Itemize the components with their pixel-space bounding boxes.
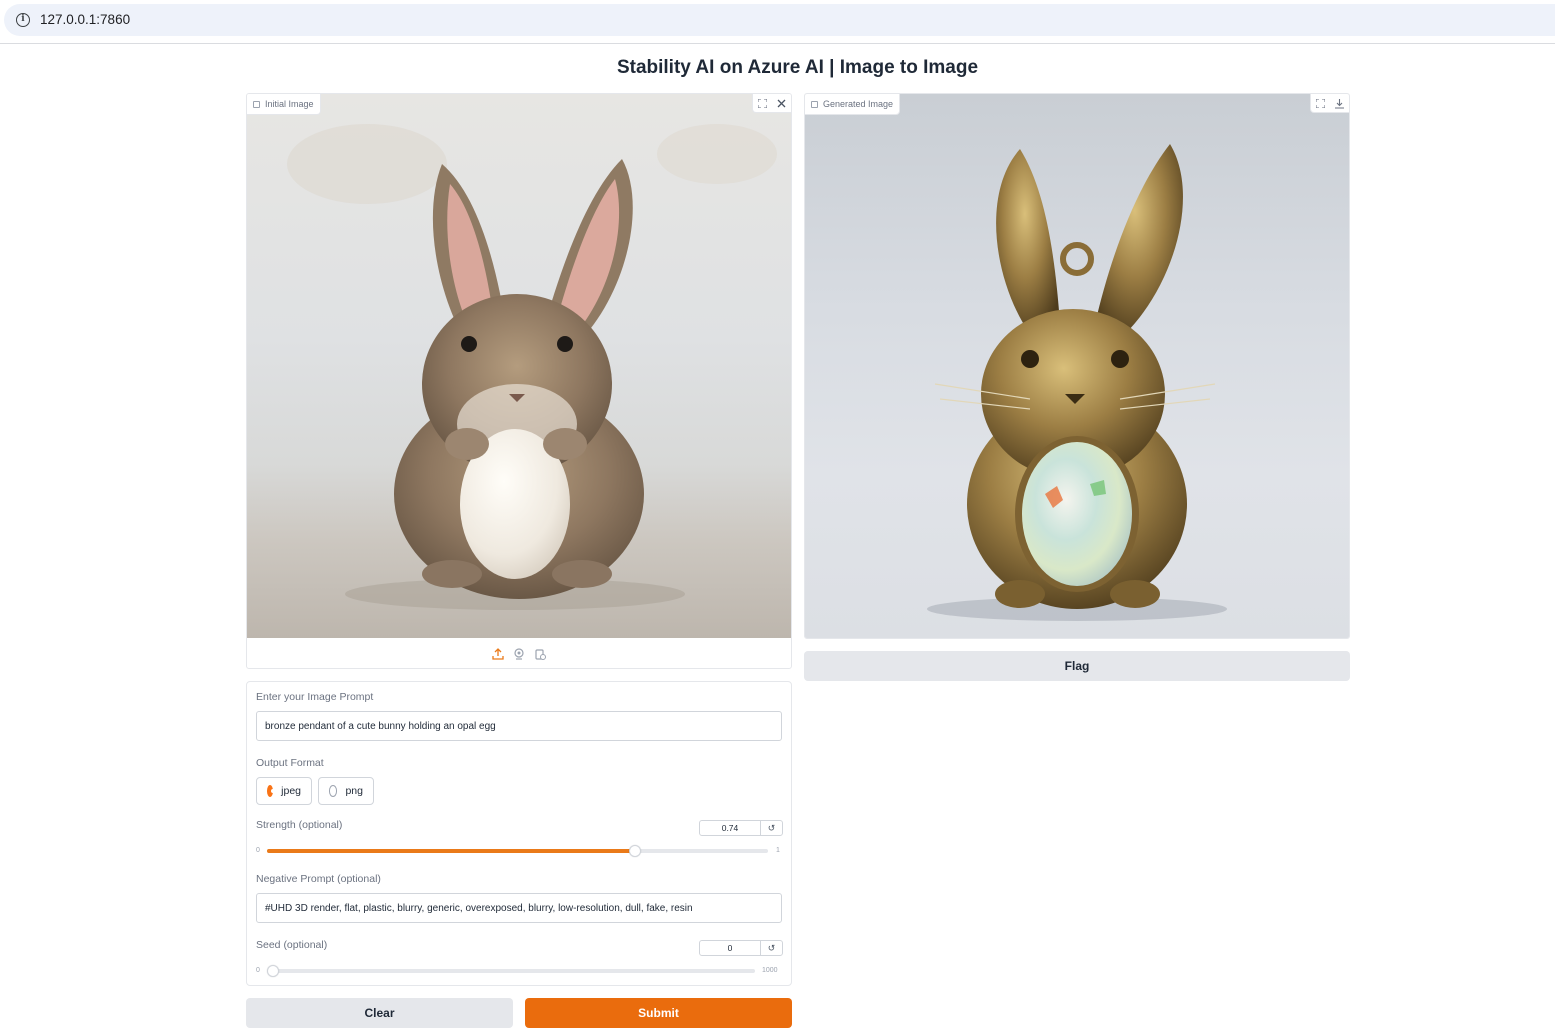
reset-icon[interactable]: ↺ — [761, 821, 782, 835]
initial-image-label-text: Initial Image — [265, 99, 314, 109]
negative-prompt-label: Negative Prompt (optional) — [256, 873, 381, 885]
strength-number-box: 0.74 ↺ — [699, 820, 783, 836]
seed-number-input[interactable]: 0 — [700, 941, 761, 955]
initial-image-controls — [752, 94, 791, 113]
initial-image-photo — [247, 94, 791, 638]
url-field[interactable]: i 127.0.0.1:7860 — [4, 4, 1555, 36]
prompt-label: Enter your Image Prompt — [256, 691, 374, 703]
negative-prompt-input[interactable]: #UHD 3D render, flat, plastic, blurry, g… — [256, 893, 782, 923]
url-text[interactable]: 127.0.0.1:7860 — [40, 12, 130, 27]
generated-image-label: Generated Image — [805, 94, 901, 115]
seed-slider-thumb[interactable] — [267, 965, 279, 977]
flag-button[interactable]: Flag — [804, 651, 1350, 681]
clear-button[interactable]: Clear — [246, 998, 513, 1028]
seed-max: 1000 — [762, 967, 778, 974]
submit-button[interactable]: Submit — [525, 998, 792, 1028]
fullscreen-icon[interactable] — [1311, 94, 1330, 113]
generated-image-panel: Generated Image — [804, 93, 1350, 639]
generated-image-label-text: Generated Image — [823, 99, 894, 109]
image-icon — [811, 100, 818, 108]
seed-min: 0 — [256, 967, 260, 974]
image-source-toolbar — [247, 646, 791, 662]
download-icon[interactable] — [1330, 94, 1349, 113]
strength-label: Strength (optional) — [256, 819, 343, 831]
webcam-icon[interactable] — [513, 648, 526, 661]
strength-max: 1 — [776, 847, 780, 854]
seed-number-box: 0 ↺ — [699, 940, 783, 956]
reset-icon[interactable]: ↺ — [761, 941, 782, 955]
prompt-input[interactable]: bronze pendant of a cute bunny holding a… — [256, 711, 782, 741]
strength-min: 0 — [256, 847, 260, 854]
output-format-label: Output Format — [256, 757, 324, 769]
radio-png[interactable]: png — [318, 777, 374, 805]
site-info-icon[interactable]: i — [16, 13, 30, 27]
fullscreen-icon[interactable] — [753, 94, 772, 113]
generated-image-controls — [1310, 94, 1349, 113]
input-form: Enter your Image Prompt bronze pendant o… — [246, 681, 792, 986]
strength-slider-thumb[interactable] — [629, 845, 641, 857]
strength-slider[interactable] — [267, 845, 768, 857]
browser-address-bar: i 127.0.0.1:7860 — [0, 0, 1555, 44]
bunny-photo-illustration — [287, 124, 777, 610]
generated-image-photo — [805, 94, 1349, 638]
radio-jpeg[interactable]: jpeg — [256, 777, 312, 805]
clipboard-icon[interactable] — [534, 648, 547, 661]
close-icon[interactable] — [772, 94, 791, 113]
image-icon — [253, 100, 260, 108]
page-title: Stability AI on Azure AI | Image to Imag… — [616, 57, 979, 78]
initial-image-panel: Initial Image — [246, 93, 792, 669]
seed-label: Seed (optional) — [256, 939, 328, 951]
upload-icon[interactable] — [492, 648, 505, 661]
radio-jpeg-label: jpeg — [281, 785, 301, 797]
bronze-bunny-pendant-illustration — [927, 144, 1227, 621]
initial-image-label: Initial Image — [247, 94, 321, 115]
radio-png-label: png — [345, 785, 363, 797]
radio-unselected-icon[interactable] — [329, 785, 338, 797]
seed-slider[interactable] — [267, 965, 755, 977]
strength-slider-fill — [267, 849, 635, 853]
strength-number-input[interactable]: 0.74 — [700, 821, 761, 835]
radio-selected-icon[interactable] — [267, 785, 276, 797]
